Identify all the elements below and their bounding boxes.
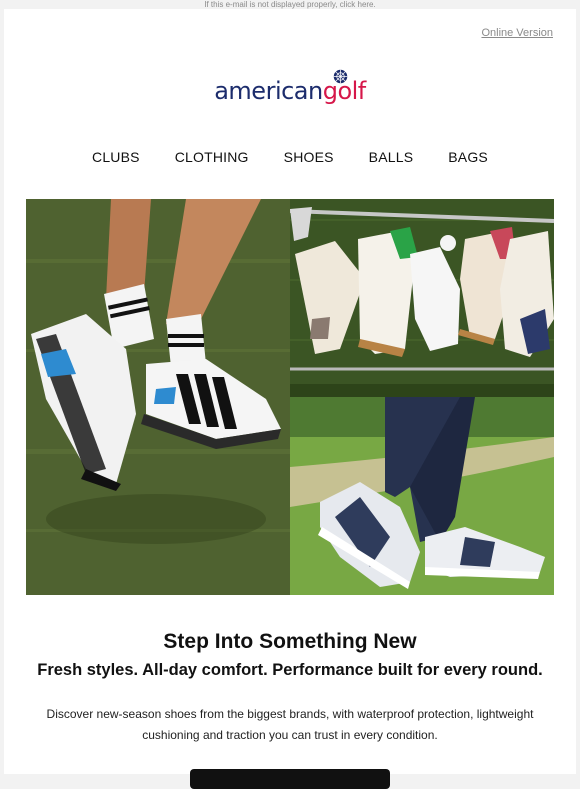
section-body-text: Discover new-season shoes from the bigge…: [46, 707, 534, 742]
nav-bags[interactable]: BAGS: [448, 149, 488, 165]
shoes-lineup-photo[interactable]: [290, 199, 554, 397]
section-heading: Step Into Something New: [163, 630, 417, 653]
section-subheading: Fresh styles. All-day comfort. Performan…: [37, 661, 543, 679]
online-version-link[interactable]: Online Version: [481, 27, 553, 39]
golf-ball-icon: [333, 69, 348, 84]
logo[interactable]: americangolf: [4, 69, 576, 105]
nav-shoes[interactable]: SHOES: [284, 149, 334, 165]
nav-balls[interactable]: BALLS: [369, 149, 414, 165]
hero-images: [26, 199, 554, 595]
main-nav: CLUBS CLOTHING SHOES BALLS BAGS: [4, 149, 576, 165]
preheader-link[interactable]: If this e-mail is not displayed properly…: [0, 0, 580, 9]
new-balance-shoes-photo[interactable]: [290, 397, 554, 595]
nav-clubs[interactable]: CLUBS: [92, 149, 140, 165]
nav-clothing[interactable]: CLOTHING: [175, 149, 249, 165]
golfer-shoes-photo[interactable]: [26, 199, 290, 595]
email-body: Online Version americangolf CLUBS CLOTHI…: [4, 9, 576, 789]
shop-now-button[interactable]: [190, 769, 390, 789]
logo-text-american: american: [214, 77, 323, 105]
